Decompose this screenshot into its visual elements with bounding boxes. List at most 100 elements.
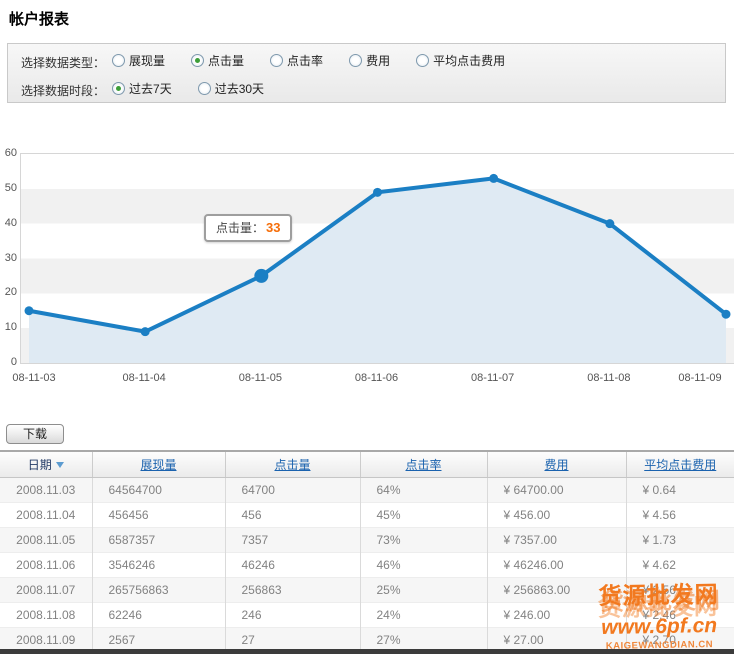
x-tick-label: 08-11-05 xyxy=(228,372,292,384)
radio-icon[interactable] xyxy=(198,82,211,95)
date-cell: 2008.11.07 xyxy=(0,578,92,603)
page-title: 帐户报表 xyxy=(9,8,69,29)
value-cell: 64700 xyxy=(225,478,360,503)
x-tick-label: 08-11-09 xyxy=(668,372,732,384)
x-tick-label: 08-11-07 xyxy=(461,372,525,384)
value-cell: 6587357 xyxy=(92,528,225,553)
data-point[interactable] xyxy=(373,188,382,197)
radio-icon[interactable] xyxy=(270,54,283,67)
y-tick-label: 30 xyxy=(0,252,17,264)
table-row: 2008.11.03645647006470064%¥ 64700.00¥ 0.… xyxy=(0,478,734,503)
watermark-line1: 货源批发网 xyxy=(584,583,732,609)
value-cell: 73% xyxy=(360,528,487,553)
value-cell: ¥ 46246.00 xyxy=(487,553,626,578)
download-button[interactable]: 下载 xyxy=(6,424,64,444)
value-cell: ¥ 4.62 xyxy=(626,553,734,578)
value-cell: 64% xyxy=(360,478,487,503)
date-cell: 2008.11.08 xyxy=(0,603,92,628)
y-tick-label: 20 xyxy=(0,286,17,298)
radio-label: 点击率 xyxy=(287,52,323,69)
tooltip-label: 点击量： xyxy=(216,221,264,235)
data-type-option-2[interactable]: 点击率 xyxy=(270,52,323,69)
value-cell: ¥ 1.73 xyxy=(626,528,734,553)
account-report-page: 帐户报表 选择数据类型： 展现量点击量点击率费用平均点击费用 选择数据时段： 过… xyxy=(0,0,734,654)
line-series-svg xyxy=(21,154,734,363)
value-cell: 3546246 xyxy=(92,553,225,578)
date-cell: 2008.11.04 xyxy=(0,503,92,528)
column-header-link[interactable]: 点击量 xyxy=(274,458,310,472)
value-cell: 456456 xyxy=(92,503,225,528)
column-header-3[interactable]: 点击率 xyxy=(360,451,487,478)
column-header-2[interactable]: 点击量 xyxy=(225,451,360,478)
value-cell: 46246 xyxy=(225,553,360,578)
radio-selected-icon[interactable] xyxy=(191,54,204,67)
column-header-link[interactable]: 费用 xyxy=(544,458,568,472)
column-header-link[interactable]: 平均点击费用 xyxy=(644,458,716,472)
data-period-options: 过去7天 过去30天 xyxy=(112,80,290,100)
value-cell: 246 xyxy=(225,603,360,628)
data-period-label: 选择数据时段： xyxy=(21,82,105,99)
table-row: 2008.11.056587357735773%¥ 7357.00¥ 1.73 xyxy=(0,528,734,553)
value-cell: 62246 xyxy=(92,603,225,628)
tooltip-value: 33 xyxy=(266,220,280,235)
value-cell: ¥ 64700.00 xyxy=(487,478,626,503)
table-row: 2008.11.0635462464624646%¥ 46246.00¥ 4.6… xyxy=(0,553,734,578)
radio-label: 平均点击费用 xyxy=(433,52,505,69)
data-point[interactable] xyxy=(141,327,150,336)
radio-label: 点击量 xyxy=(208,52,244,69)
data-point[interactable] xyxy=(605,219,614,228)
value-cell: ¥ 7357.00 xyxy=(487,528,626,553)
column-header-link[interactable]: 展现量 xyxy=(140,458,176,472)
radio-label: 展现量 xyxy=(129,52,165,69)
y-tick-label: 40 xyxy=(0,217,17,229)
data-point[interactable] xyxy=(25,306,34,315)
value-cell: 64564700 xyxy=(92,478,225,503)
value-cell: ¥ 456.00 xyxy=(487,503,626,528)
radio-label: 费用 xyxy=(366,52,390,69)
column-header-4[interactable]: 费用 xyxy=(487,451,626,478)
column-header-5[interactable]: 平均点击费用 xyxy=(626,451,734,478)
column-header-link[interactable]: 点击率 xyxy=(405,458,441,472)
data-period-option-0[interactable]: 过去7天 xyxy=(112,80,172,97)
table-header-row: 日期 展现量 点击量 点击率 费用 平均点击费用 xyxy=(0,451,734,478)
data-point-highlighted[interactable] xyxy=(254,269,268,283)
value-cell: 265756863 xyxy=(92,578,225,603)
data-type-row: 选择数据类型： 展现量 点击量 点击率 费用 平均点击费用 xyxy=(21,52,721,72)
data-type-label: 选择数据类型： xyxy=(21,54,105,71)
data-type-option-0[interactable]: 展现量 xyxy=(112,52,165,69)
data-period-option-1[interactable]: 过去30天 xyxy=(198,80,264,97)
x-tick-label: 08-11-03 xyxy=(2,372,66,384)
value-cell: 7357 xyxy=(225,528,360,553)
y-tick-label: 10 xyxy=(0,321,17,333)
value-cell: ¥ 0.64 xyxy=(626,478,734,503)
table-row: 2008.11.0445645645645%¥ 456.00¥ 4.56 xyxy=(0,503,734,528)
column-header-0[interactable]: 日期 xyxy=(0,451,92,478)
data-type-option-4[interactable]: 平均点击费用 xyxy=(416,52,505,69)
data-point[interactable] xyxy=(489,174,498,183)
data-type-option-1[interactable]: 点击量 xyxy=(191,52,244,69)
date-cell: 2008.11.05 xyxy=(0,528,92,553)
chart-plot-area xyxy=(20,153,734,364)
radio-label: 过去30天 xyxy=(215,80,264,97)
radio-selected-icon[interactable] xyxy=(112,82,125,95)
date-cell: 2008.11.06 xyxy=(0,553,92,578)
radio-icon[interactable] xyxy=(349,54,362,67)
radio-icon[interactable] xyxy=(416,54,429,67)
value-cell: 25% xyxy=(360,578,487,603)
watermark-line2: www.6pf.cn xyxy=(585,615,733,639)
x-tick-label: 08-11-08 xyxy=(577,372,641,384)
radio-icon[interactable] xyxy=(112,54,125,67)
column-header-1[interactable]: 展现量 xyxy=(92,451,225,478)
x-tick-label: 08-11-04 xyxy=(112,372,176,384)
value-cell: 45% xyxy=(360,503,487,528)
date-cell: 2008.11.03 xyxy=(0,478,92,503)
value-cell: 256863 xyxy=(225,578,360,603)
value-cell: 46% xyxy=(360,553,487,578)
y-tick-label: 50 xyxy=(0,182,17,194)
y-tick-label: 0 xyxy=(0,356,17,368)
sort-desc-icon[interactable] xyxy=(56,462,64,468)
data-type-option-3[interactable]: 费用 xyxy=(349,52,390,69)
data-point[interactable] xyxy=(722,310,731,319)
site-watermark: 货源批发网 www.6pf.cn KAIGEWANGDIAN.CN xyxy=(584,583,733,652)
watermark-line3: KAIGEWANGDIAN.CN xyxy=(585,640,733,652)
